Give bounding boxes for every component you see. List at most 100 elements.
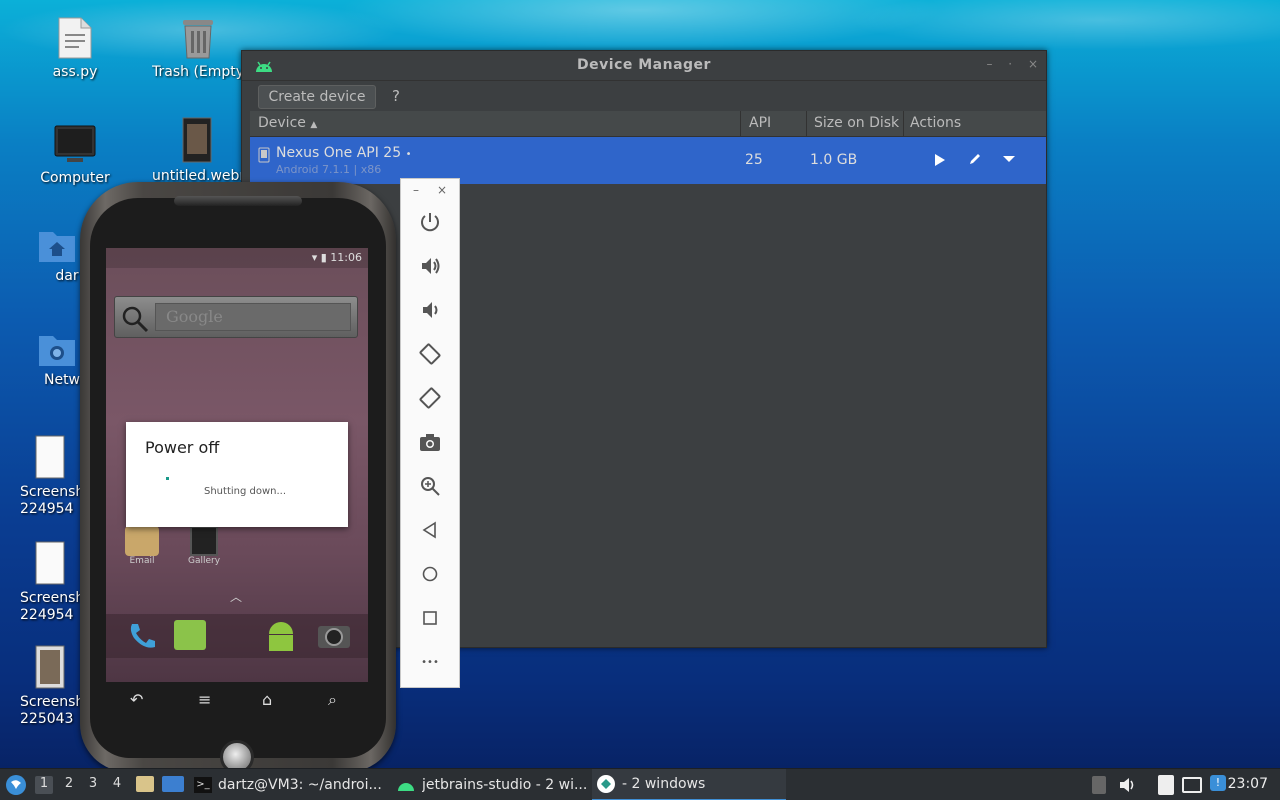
edit-pencil-icon[interactable] bbox=[968, 152, 982, 166]
text-file-icon bbox=[58, 17, 92, 59]
camera-app-icon[interactable] bbox=[316, 620, 352, 650]
gallery-icon bbox=[190, 526, 218, 556]
column-header-api[interactable]: API bbox=[749, 115, 771, 131]
android-icon bbox=[398, 783, 414, 791]
zoom-button[interactable] bbox=[417, 473, 443, 499]
status-dot-icon: • bbox=[405, 149, 412, 160]
screenshot-button[interactable] bbox=[417, 429, 443, 455]
desktop-icon-label: Screensh 224954 bbox=[20, 590, 85, 623]
column-header-size[interactable]: Size on Disk bbox=[814, 115, 899, 131]
emulator-toolbar: – × ••• bbox=[400, 178, 460, 688]
close-icon[interactable]: × bbox=[1028, 57, 1038, 71]
sort-ascending-icon: ▲ bbox=[310, 120, 318, 130]
toolbar: Create device ? bbox=[242, 81, 1046, 111]
task-terminal[interactable]: >_ dartz@VM3: ~/androi... bbox=[190, 769, 386, 800]
back-triangle-icon bbox=[422, 521, 436, 539]
network-icon[interactable] bbox=[1182, 777, 1202, 793]
desktop-icon-webm[interactable]: untitled.webm bbox=[152, 116, 242, 184]
google-search-input[interactable]: Google bbox=[155, 303, 351, 331]
dialog-message: Shutting down... bbox=[204, 486, 287, 497]
show-desktop-icon[interactable] bbox=[162, 776, 184, 792]
minimize-icon[interactable]: – bbox=[986, 57, 992, 71]
trash-icon bbox=[183, 20, 213, 59]
volume-down-icon bbox=[423, 302, 438, 318]
notification-icon[interactable]: ! bbox=[1210, 775, 1226, 791]
phone-speaker bbox=[174, 196, 302, 206]
desktop-icon-screenshot-1[interactable]: Screensh 224954 bbox=[10, 434, 90, 518]
device-api: 25 bbox=[745, 152, 763, 168]
android-market-icon[interactable] bbox=[264, 618, 298, 654]
status-time: 11:06 bbox=[330, 251, 362, 264]
desktop-icon-screenshot-3[interactable]: Screensh 225043 bbox=[10, 644, 90, 728]
task-emulator[interactable]: - 2 windows bbox=[592, 769, 786, 800]
taskbar: 1 2 3 4 >_ dartz@VM3: ~/androi... jetbra… bbox=[0, 768, 1280, 800]
phone-app-icon[interactable] bbox=[126, 620, 160, 652]
overview-button[interactable] bbox=[417, 605, 443, 631]
power-button[interactable] bbox=[417, 209, 443, 235]
home-folder-icon bbox=[39, 232, 75, 262]
tray-expand-icon[interactable] bbox=[1092, 776, 1106, 794]
home-button[interactable] bbox=[417, 561, 443, 587]
play-icon[interactable] bbox=[934, 153, 946, 167]
desktop-icon-screenshot-2[interactable]: Screensh 224954 bbox=[10, 540, 90, 624]
progress-spinner-icon bbox=[166, 477, 169, 480]
volume-icon[interactable] bbox=[1118, 776, 1138, 794]
device-subtitle: Android 7.1.1 | x86 bbox=[276, 163, 382, 176]
more-icon: ••• bbox=[421, 656, 439, 668]
desktop-icon-label: Screensh 225043 bbox=[20, 694, 85, 727]
clock[interactable]: 23:07 bbox=[1228, 776, 1268, 792]
hardware-nav-bar: ↶ ≡ ⌂ ⌕ bbox=[106, 682, 368, 718]
back-button[interactable] bbox=[417, 517, 443, 543]
app-drawer-chevron-icon[interactable]: ︿ bbox=[230, 588, 242, 605]
home-circle-icon bbox=[422, 566, 438, 582]
clipboard-icon[interactable] bbox=[1158, 775, 1174, 795]
volume-down-button[interactable] bbox=[417, 297, 443, 323]
column-header-device[interactable]: Device ▲ bbox=[258, 115, 317, 131]
google-search-widget[interactable]: Google bbox=[114, 296, 358, 338]
file-manager-launcher-icon[interactable] bbox=[136, 776, 154, 792]
computer-icon bbox=[54, 125, 96, 162]
image-file-icon bbox=[35, 541, 65, 585]
more-options-button[interactable]: ••• bbox=[417, 649, 443, 675]
table-row[interactable]: Nexus One API 25 • Android 7.1.1 | x86 2… bbox=[250, 137, 1046, 184]
volume-up-button[interactable] bbox=[417, 253, 443, 279]
device-size: 1.0 GB bbox=[810, 152, 858, 168]
home-icon[interactable]: ⌂ bbox=[262, 690, 272, 709]
menu-icon[interactable]: ≡ bbox=[198, 690, 211, 709]
desktop-icon-trash[interactable]: Trash (Empty) bbox=[152, 16, 244, 80]
maximize-icon[interactable]: · bbox=[1008, 57, 1012, 71]
terminal-icon: >_ bbox=[194, 777, 212, 793]
workspace-4[interactable]: 4 bbox=[108, 776, 126, 794]
task-android-studio[interactable]: jetbrains-studio - 2 wi... bbox=[392, 769, 588, 800]
zoom-in-icon bbox=[421, 477, 440, 496]
window-titlebar[interactable]: Device Manager – · × bbox=[242, 51, 1046, 81]
app-gallery[interactable]: Gallery bbox=[184, 526, 224, 566]
device-name: Nexus One API 25 • bbox=[276, 145, 412, 161]
table-header: Device ▲ API Size on Disk Actions bbox=[250, 111, 1046, 137]
dialog-title: Power off bbox=[145, 438, 220, 457]
chevron-down-icon[interactable] bbox=[1002, 155, 1016, 163]
create-device-button[interactable]: Create device bbox=[258, 85, 376, 109]
messaging-app-icon[interactable] bbox=[174, 620, 206, 650]
rotate-left-button[interactable] bbox=[417, 341, 443, 367]
workspace-3[interactable]: 3 bbox=[84, 776, 102, 794]
workspace-2[interactable]: 2 bbox=[60, 776, 78, 794]
start-menu-icon[interactable] bbox=[5, 774, 27, 796]
minimize-icon[interactable]: – bbox=[413, 183, 419, 197]
back-icon[interactable]: ↶ bbox=[130, 690, 143, 709]
workspace-1[interactable]: 1 bbox=[35, 776, 53, 794]
desktop-icon-ass-py[interactable]: ass.py bbox=[25, 16, 125, 80]
device-table: Device ▲ API Size on Disk Actions Nexus … bbox=[250, 111, 1046, 184]
power-icon bbox=[421, 213, 439, 232]
search-key-icon[interactable]: ⌕ bbox=[328, 690, 337, 710]
rotate-right-button[interactable] bbox=[417, 385, 443, 411]
help-button[interactable]: ? bbox=[392, 87, 400, 105]
window-controls: – · × bbox=[974, 57, 1038, 71]
desktop-icon-computer[interactable]: Computer bbox=[25, 122, 125, 186]
desktop-icon-label: ass.py bbox=[52, 64, 98, 80]
camera-icon bbox=[420, 434, 440, 451]
column-header-actions: Actions bbox=[910, 115, 962, 131]
volume-up-icon bbox=[422, 258, 440, 274]
app-email[interactable]: Email bbox=[122, 526, 162, 566]
close-icon[interactable]: × bbox=[437, 183, 447, 197]
